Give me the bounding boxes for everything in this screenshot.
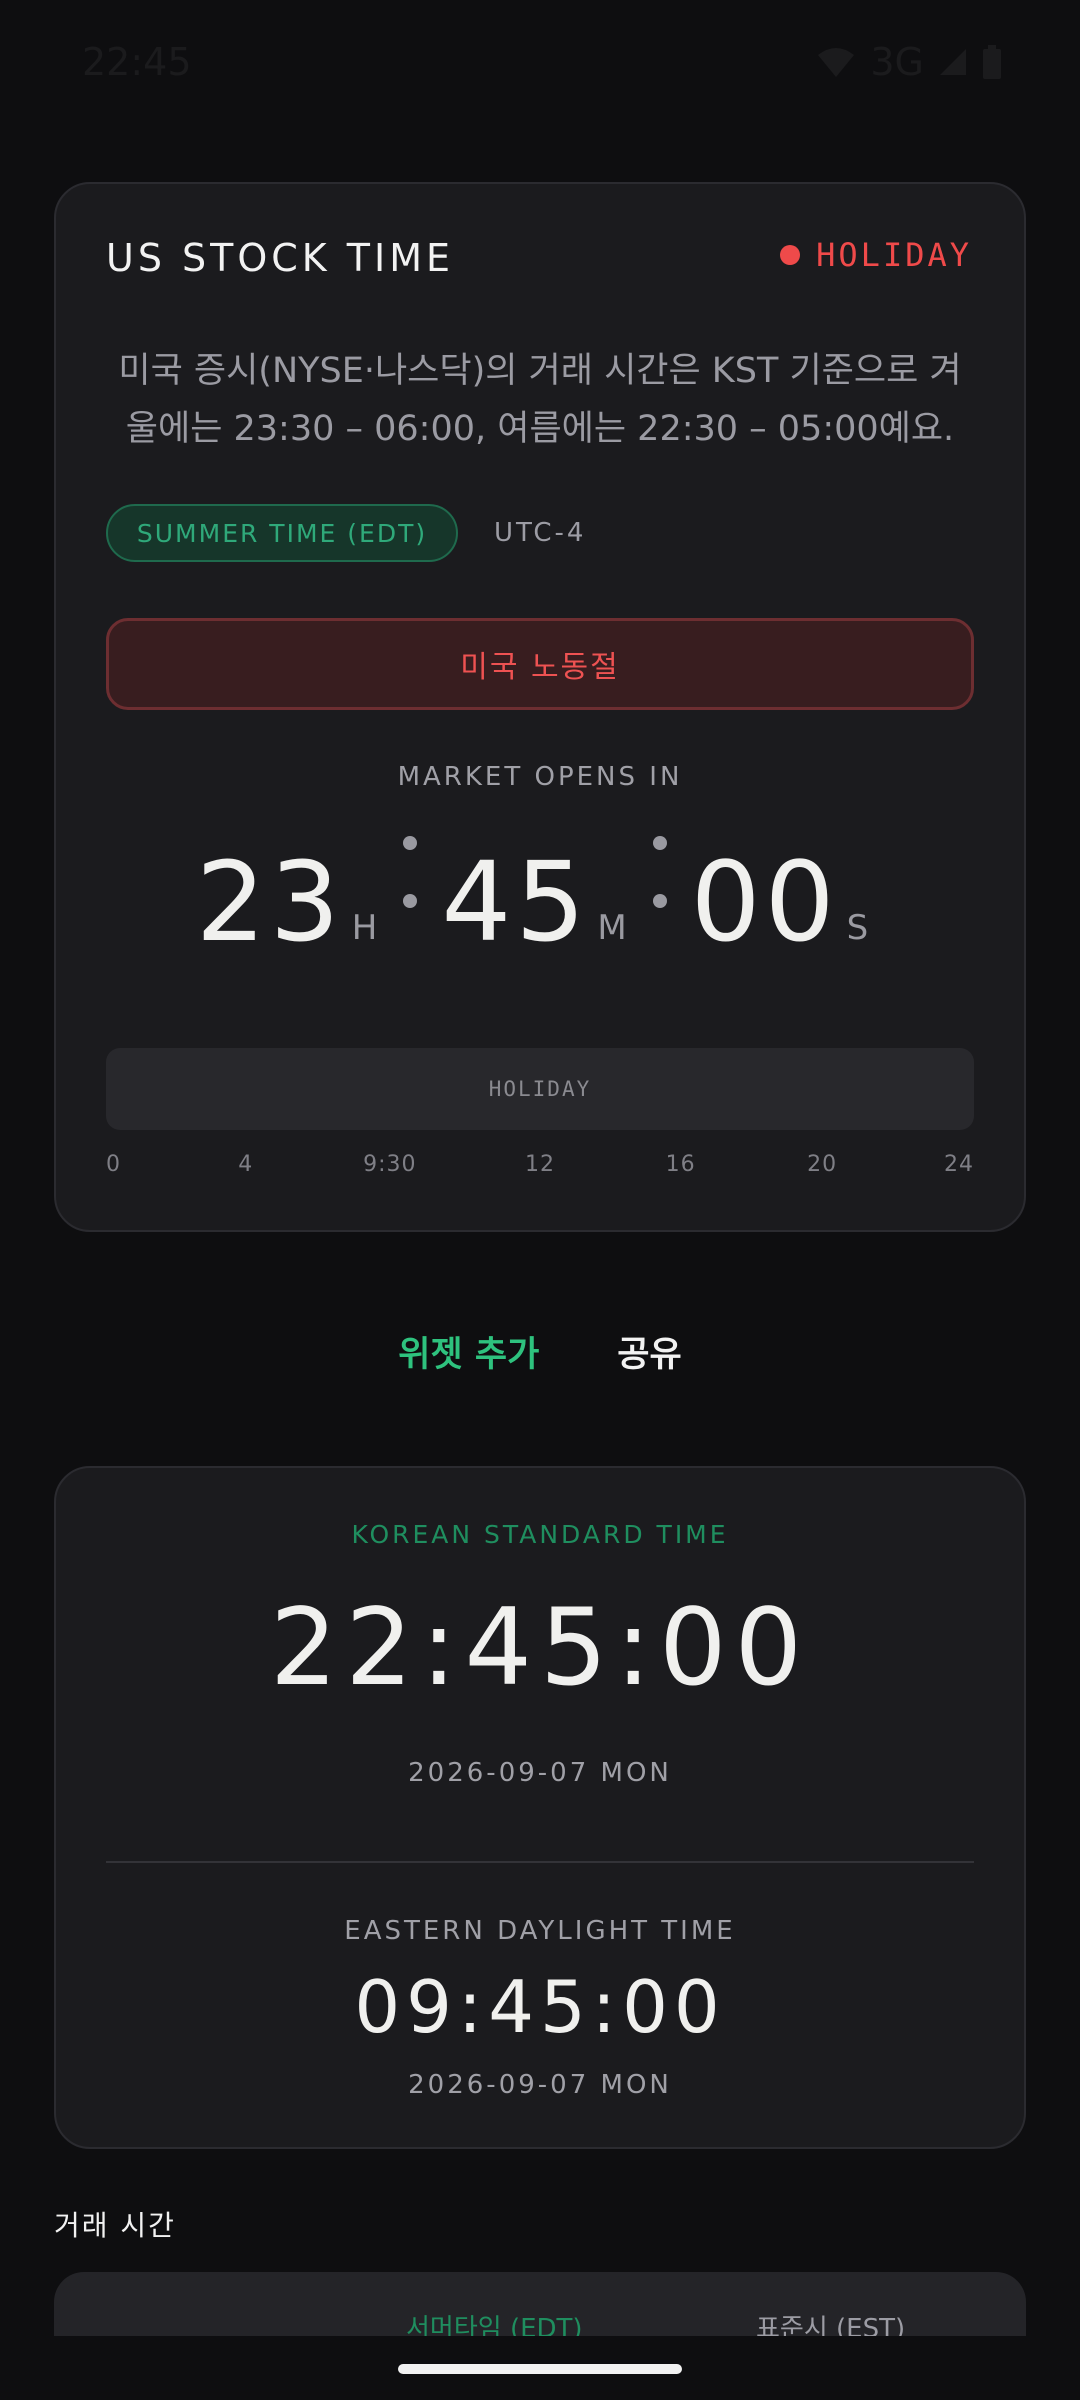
utc-offset: UTC-4	[494, 518, 587, 548]
trading-hours-table: 서머타임 (EDT) 표준시 (EST)	[54, 2272, 1026, 2336]
add-widget-button[interactable]: 위젯 추가	[398, 1326, 539, 1377]
countdown-minutes-unit: M	[597, 908, 629, 948]
countdown-minutes: 45	[441, 838, 590, 966]
dst-pill: SUMMER TIME (EDT)	[106, 504, 458, 562]
countdown-timer: 23 H 45 M 00 S	[56, 812, 1024, 962]
timeline-tick: 16	[665, 1152, 696, 1177]
cell-signal-icon	[938, 47, 968, 77]
column-header-summer: 서머타임 (EDT)	[406, 2314, 583, 2336]
network-type-label: 3G	[870, 40, 924, 84]
timeline-tick: 0	[106, 1152, 121, 1177]
card-title: US STOCK TIME	[106, 236, 455, 280]
kst-label: KOREAN STANDARD TIME	[351, 1520, 729, 1549]
colon-separator	[652, 812, 669, 932]
status-icons: 3G	[816, 40, 1002, 84]
countdown-label: MARKET OPENS IN	[397, 762, 683, 792]
trading-hours-title: 거래 시간	[54, 2209, 176, 2242]
kst-date: 2026-09-07 MON	[408, 1758, 672, 1788]
us-stock-time-card: US STOCK TIME HOLIDAY 미국 증시(NYSE·나스닥)의 거…	[54, 182, 1026, 1232]
wifi-icon	[816, 45, 856, 79]
timeline-tick: 12	[525, 1152, 555, 1177]
market-status-label: HOLIDAY	[816, 236, 972, 274]
countdown-hours: 23	[195, 838, 344, 966]
world-clock-card: KOREAN STANDARD TIME 22:45:00 2026-09-07…	[54, 1466, 1026, 2149]
timeline-tick: 9:30	[363, 1152, 417, 1177]
edt-date: 2026-09-07 MON	[408, 2070, 672, 2100]
countdown-seconds-unit: S	[846, 908, 871, 948]
home-indicator[interactable]	[398, 2364, 682, 2374]
market-status-badge: HOLIDAY	[780, 236, 972, 274]
edt-time: 09:45:00	[354, 1965, 726, 2049]
timeline-tick: 24	[944, 1152, 974, 1177]
column-header-standard: 표준시 (EST)	[756, 2314, 906, 2336]
card-actions: 위젯 추가 공유	[0, 1326, 1080, 1377]
kst-time: 22:45:00	[269, 1586, 811, 1709]
trading-timeline-bar: HOLIDAY	[106, 1048, 974, 1130]
countdown-seconds: 00	[690, 838, 839, 966]
colon-separator	[403, 812, 419, 932]
timeline-ticks: 0 4 9:30 12 16 20 24	[106, 1152, 974, 1182]
status-bar: 22:45 3G	[0, 0, 1080, 120]
timeline-tick: 4	[238, 1152, 254, 1177]
status-dot-icon	[780, 245, 801, 265]
edt-label: EASTERN DAYLIGHT TIME	[344, 1916, 736, 1946]
timeline-tick: 20	[807, 1152, 838, 1177]
countdown-hours-unit: H	[351, 908, 380, 948]
clock-divider	[106, 1861, 974, 1863]
holiday-banner: 미국 노동절	[106, 618, 974, 710]
trading-hours-description: 미국 증시(NYSE·나스닥)의 거래 시간은 KST 기준으로 겨울에는 23…	[118, 351, 962, 449]
status-time: 22:45	[82, 40, 192, 84]
battery-icon	[982, 45, 1002, 79]
share-button[interactable]: 공유	[617, 1326, 681, 1377]
